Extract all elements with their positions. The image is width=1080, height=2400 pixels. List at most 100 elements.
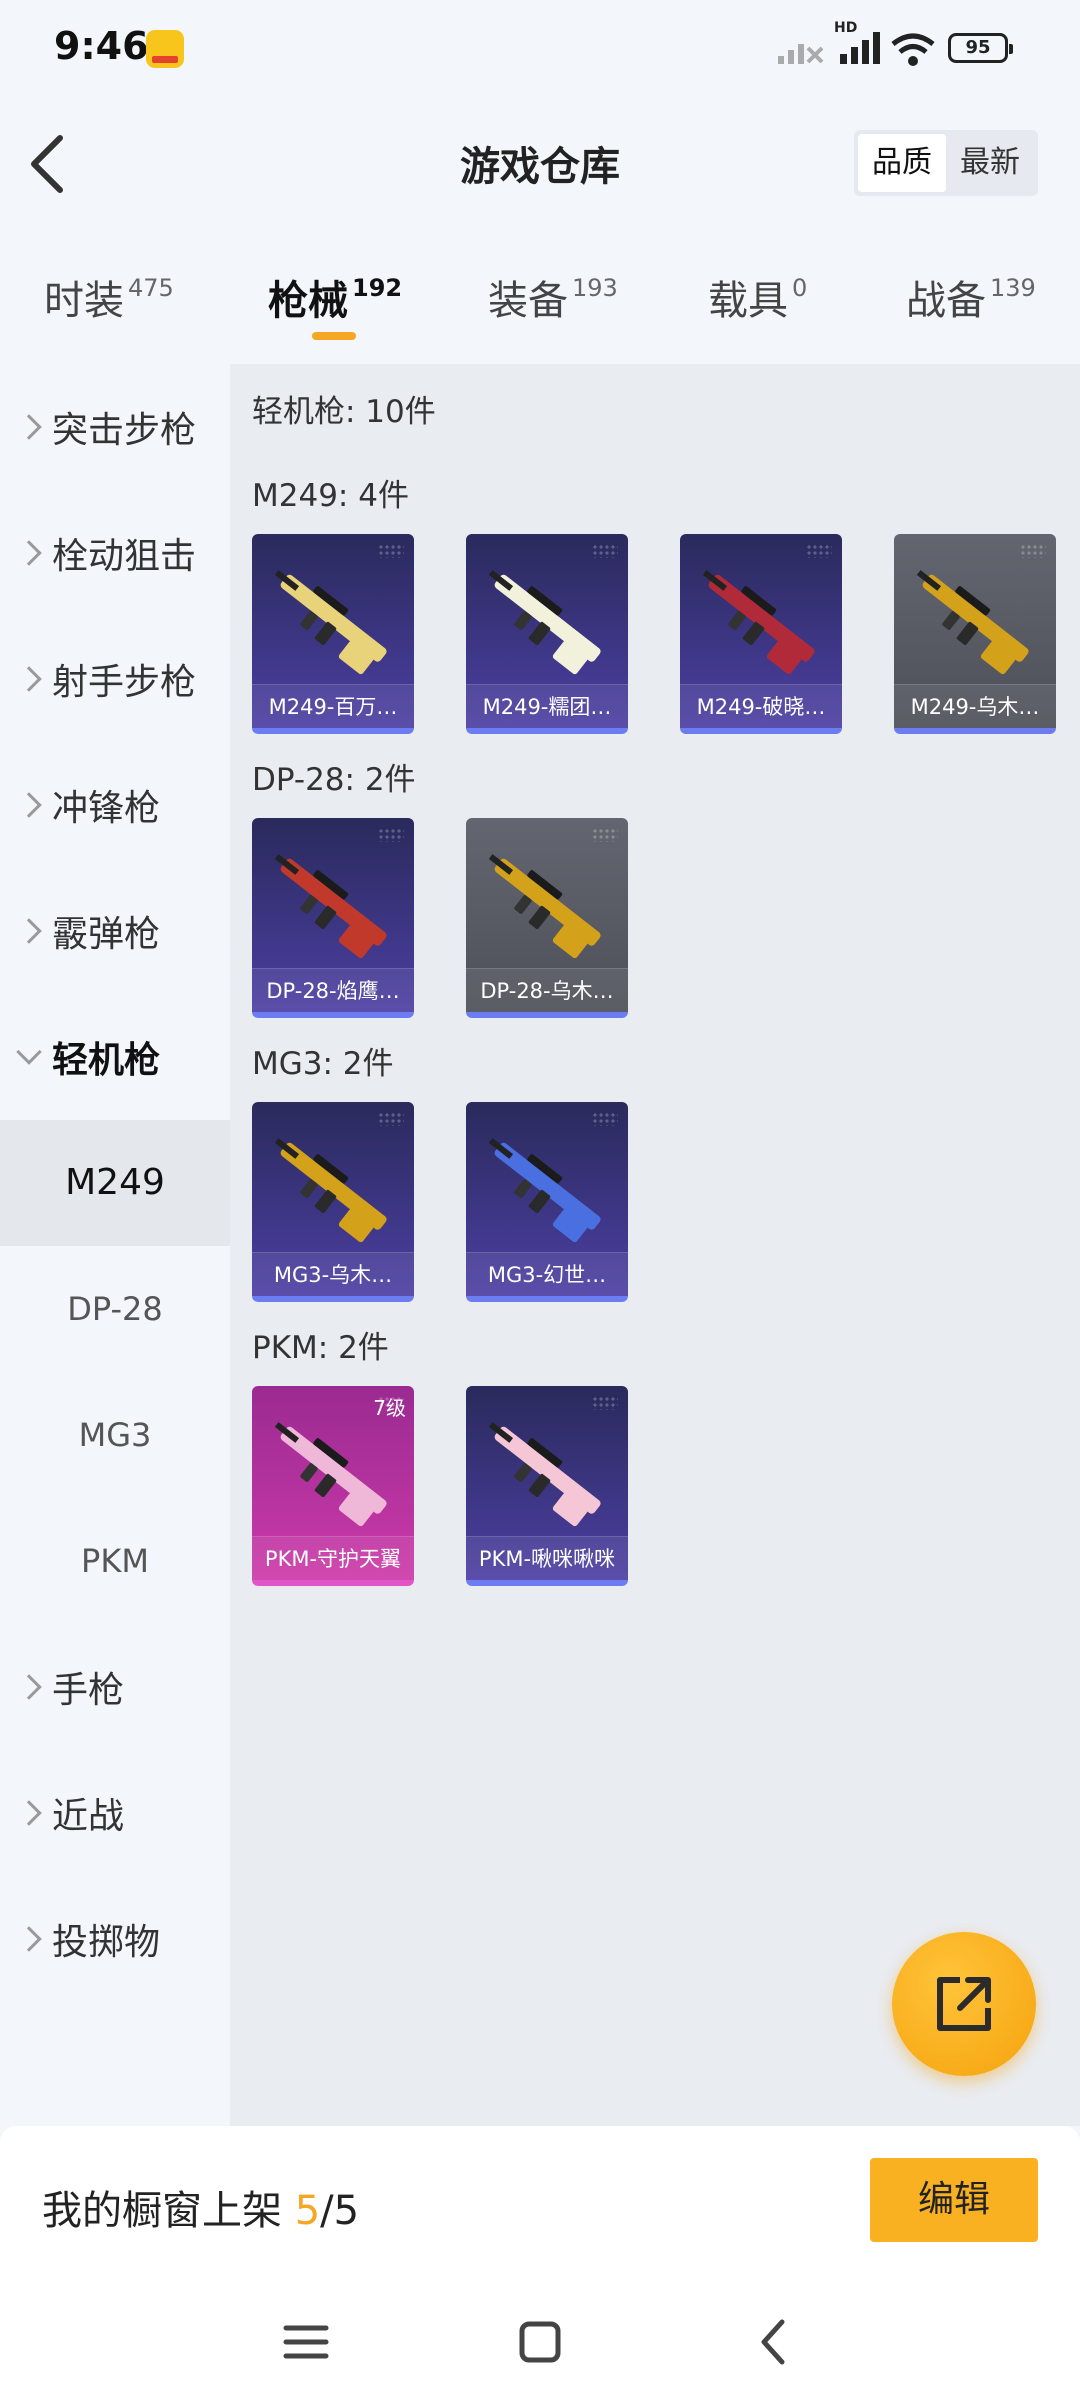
weapon-image-icon — [488, 570, 601, 675]
weapon-skin-card[interactable]: M249-破晓… — [680, 534, 842, 734]
weapon-skin-card[interactable]: MG3-乌木… — [252, 1102, 414, 1302]
weapon-skin-name: M249-百万… — [252, 684, 414, 728]
tab-equipment[interactable]: 装备 193 — [488, 268, 618, 326]
tab-count: 475 — [128, 274, 174, 302]
weapon-image-icon — [274, 1138, 387, 1243]
weapon-skin-card[interactable]: PKM-啾咪啾咪 — [466, 1386, 628, 1586]
tab-label: 时装 — [44, 278, 124, 324]
sidebar-item-label: 近战 — [52, 1796, 125, 1837]
sidebar-item-shotgun[interactable]: 霰弹枪 — [0, 868, 230, 994]
tab-count: 139 — [990, 274, 1036, 302]
weapon-grid-panel: 轻机枪: 10件 M249: 4件 DP-28: 2件 MG3: 2件 PKM:… — [230, 364, 1080, 2126]
sidebar-item-lmg[interactable]: 轻机枪 — [0, 994, 230, 1120]
app-notification-icon — [146, 30, 184, 68]
status-time: 9:46 — [54, 24, 149, 68]
weapon-skin-card[interactable]: M249-乌木… — [894, 534, 1056, 734]
menu-icon[interactable] — [276, 2312, 336, 2372]
nav-back-icon[interactable] — [744, 2312, 804, 2372]
weapon-skin-card[interactable]: M249-糯团… — [466, 534, 628, 734]
tab-vehicles[interactable]: 载具 0 — [708, 268, 807, 326]
edit-button[interactable]: 编辑 — [870, 2158, 1038, 2242]
weapon-skin-card[interactable]: 7级 PKM-守护天翼 — [252, 1386, 414, 1586]
sidebar-item-label: 投掷物 — [52, 1922, 161, 1963]
chevron-down-icon — [16, 1039, 42, 1065]
sidebar-item-throwables[interactable]: 投掷物 — [0, 1876, 230, 2002]
weapon-skin-name: M249-糯团… — [466, 684, 628, 728]
weapon-skin-card[interactable]: DP-28-焰鹰… — [252, 818, 414, 1018]
page-title: 游戏仓库 — [460, 144, 620, 190]
tab-supplies[interactable]: 战备 139 — [906, 268, 1036, 326]
wifi-icon — [891, 33, 935, 66]
chevron-right-icon — [16, 792, 42, 818]
sidebar-item-pistol[interactable]: 手枪 — [0, 1624, 230, 1750]
sidebar-item-smg[interactable]: 冲锋枪 — [0, 742, 230, 868]
showcase-count: 5 — [294, 2188, 321, 2234]
sidebar-item-label: 霰弹枪 — [52, 914, 161, 955]
sort-newest-button[interactable]: 最新 — [946, 134, 1034, 192]
sidebar-item-assault-rifle[interactable]: 突击步枪 — [0, 364, 230, 490]
sidebar-item-label: 冲锋枪 — [52, 788, 161, 829]
tab-weapons[interactable]: 枪械 192 — [268, 268, 402, 326]
sort-quality-button[interactable]: 品质 — [858, 134, 946, 192]
weapon-image-icon — [488, 1422, 601, 1527]
tab-fashion[interactable]: 时装 475 — [44, 268, 174, 326]
sidebar-subitem-dp28[interactable]: DP-28 — [0, 1246, 230, 1372]
chevron-right-icon — [16, 1926, 42, 1952]
weapon-skin-card[interactable]: MG3-幻世… — [466, 1102, 628, 1302]
sidebar-item-label: 轻机枪 — [52, 1040, 161, 1081]
skin-level-badge: 7级 — [373, 1396, 406, 1420]
lmg-summary: 轻机枪: 10件 — [252, 394, 436, 430]
tab-label: 战备 — [906, 278, 986, 324]
sidebar-item-marksman-rifle[interactable]: 射手步枪 — [0, 616, 230, 742]
group-title-mg3: MG3: 2件 — [252, 1046, 394, 1082]
tab-count: 193 — [572, 274, 618, 302]
tab-count: 192 — [352, 274, 403, 302]
showcase-bar: 我的橱窗上架 5/5 编辑 — [0, 2126, 1080, 2282]
weapon-image-icon — [488, 854, 601, 959]
tab-label: 枪械 — [268, 278, 348, 324]
weapon-image-icon — [916, 570, 1029, 675]
showcase-label: 我的橱窗上架 — [42, 2188, 295, 2234]
weapon-image-icon — [274, 1422, 387, 1527]
chevron-right-icon — [16, 1800, 42, 1826]
chevron-right-icon — [16, 414, 42, 440]
sidebar-item-bolt-sniper[interactable]: 栓动狙击 — [0, 490, 230, 616]
back-arrow-icon — [31, 135, 63, 193]
weapon-skin-name: MG3-乌木… — [252, 1252, 414, 1296]
chevron-right-icon — [16, 918, 42, 944]
weapon-image-icon — [274, 854, 387, 959]
weapon-skin-name: M249-乌木… — [894, 684, 1056, 728]
weapon-skin-card[interactable]: M249-百万… — [252, 534, 414, 734]
group-title-dp28: DP-28: 2件 — [252, 762, 416, 798]
weapon-skin-name: DP-28-乌木… — [466, 968, 628, 1012]
tab-count: 0 — [792, 274, 808, 302]
sidebar-item-label: 射手步枪 — [52, 662, 197, 703]
category-tabs: 时装 475 枪械 192 装备 193 载具 0 战备 139 — [0, 250, 1080, 360]
chevron-right-icon — [16, 540, 42, 566]
weapon-image-icon — [274, 570, 387, 675]
showcase-total: /5 — [320, 2188, 360, 2234]
sort-toggle: 品质 最新 — [854, 130, 1038, 196]
weapon-category-sidebar: 突击步枪 栓动狙击 射手步枪 冲锋枪 霰弹枪 轻机枪 M249 DP-28 MG… — [0, 364, 230, 2126]
share-external-icon — [937, 1977, 991, 2031]
home-icon[interactable] — [510, 2312, 570, 2372]
status-bar: 9:46 HD 95 — [0, 0, 1080, 100]
weapon-skin-name: DP-28-焰鹰… — [252, 968, 414, 1012]
sidebar-subitem-mg3[interactable]: MG3 — [0, 1372, 230, 1498]
back-button[interactable] — [20, 124, 80, 204]
group-title-pkm: PKM: 2件 — [252, 1330, 389, 1366]
sidebar-subitem-m249[interactable]: M249 — [0, 1120, 230, 1246]
sidebar-subitem-pkm[interactable]: PKM — [0, 1498, 230, 1624]
weapon-image-icon — [702, 570, 815, 675]
weapon-skin-name: PKM-啾咪啾咪 — [466, 1536, 628, 1580]
sidebar-item-label: 手枪 — [52, 1670, 125, 1711]
weapon-skin-card[interactable]: DP-28-乌木… — [466, 818, 628, 1018]
share-fab-button[interactable] — [892, 1932, 1036, 2076]
weapon-skin-name: PKM-守护天翼 — [252, 1536, 414, 1580]
sidebar-item-label: 栓动狙击 — [52, 536, 197, 577]
chevron-right-icon — [16, 1674, 42, 1700]
tab-label: 载具 — [708, 278, 788, 324]
sidebar-item-label: 突击步枪 — [52, 410, 197, 451]
showcase-status: 我的橱窗上架 5/5 — [42, 2178, 359, 2236]
sidebar-item-melee[interactable]: 近战 — [0, 1750, 230, 1876]
